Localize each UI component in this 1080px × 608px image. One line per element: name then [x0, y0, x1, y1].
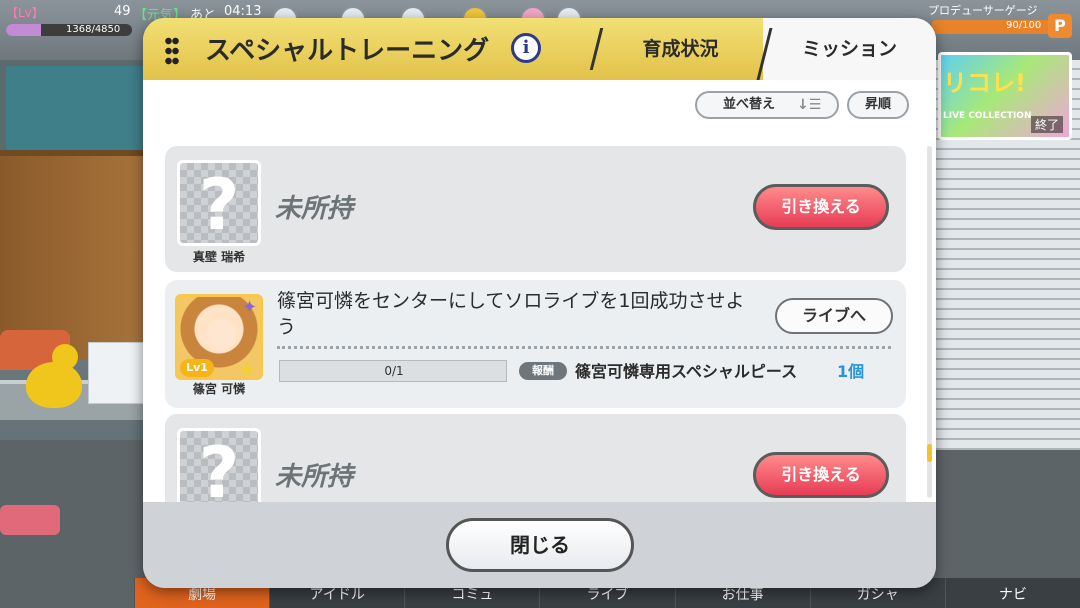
sort-icon: ↓☰ [797, 97, 822, 113]
scrollbar-thumb[interactable] [927, 444, 932, 462]
dotted-divider [277, 346, 891, 349]
star-icon: ★ [238, 357, 256, 381]
rubber-duck-head [52, 344, 78, 370]
mission-card: ? 未所持 引き換える [165, 414, 906, 502]
mission-card: Lv1 ★ ✦ 篠宮 可憐 篠宮可憐をセンターにしてソロライブを1回成功させよう… [165, 280, 906, 408]
exp-bar-fill [6, 24, 42, 36]
unowned-label: 未所持 [275, 194, 354, 224]
order-button[interactable]: 昇順 [847, 91, 909, 119]
idol-name: 真壁 瑞希 [192, 250, 246, 264]
background-window [0, 60, 160, 160]
dialog-footer: 閉じる [143, 502, 936, 588]
dialog-header: スペシャルトレーニング i 育成状況 ミッション [143, 18, 936, 80]
nav-navi[interactable]: ナビ [944, 578, 1080, 608]
sort-button[interactable]: 並べ替え ↓☰ [695, 91, 839, 119]
dialog-title: スペシャルトレーニング [205, 36, 490, 66]
unowned-card-thumbnail: ? [177, 160, 261, 246]
special-training-dialog: スペシャルトレーニング i 育成状況 ミッション 並べ替え ↓☰ 昇順 ? 真壁… [143, 18, 936, 588]
idol-name: 篠宮 可憐 [192, 382, 246, 396]
scrollbar[interactable] [927, 146, 932, 498]
info-icon[interactable]: i [511, 33, 541, 63]
tab-training-status[interactable]: 育成状況 [598, 18, 763, 80]
mission-card: ? 真壁 瑞希 未所持 引き換える [165, 146, 906, 272]
close-button[interactable]: 閉じる [446, 518, 634, 572]
time-left-value: 04:13 [224, 4, 262, 19]
producer-gauge-label: プロデューサーゲージ [928, 4, 1038, 17]
idol-card-thumbnail[interactable]: Lv1 ★ ✦ [175, 294, 263, 381]
tab-mission[interactable]: ミッション [763, 18, 936, 80]
event-banner[interactable]: リコレ! LIVE COLLECTION 終了 [938, 52, 1072, 140]
mission-description: 篠宮可憐をセンターにしてソロライブを1回成功させよう [277, 290, 745, 338]
producer-p-icon[interactable]: P [1048, 14, 1072, 38]
sparkle-icon: ✦ [242, 297, 258, 318]
background-chair-low [0, 505, 60, 535]
background-cabinet [0, 150, 150, 360]
go-to-live-button[interactable]: ライブへ [775, 298, 893, 334]
mission-progress-bar: 0/1 [279, 360, 507, 382]
shopping-bag [88, 342, 146, 404]
level-badge: Lv1 [180, 359, 214, 377]
exchange-button[interactable]: 引き換える [753, 184, 889, 230]
unowned-card-thumbnail: ? [177, 428, 261, 502]
reward-tag: 報酬 [519, 362, 567, 380]
banner-subtitle: LIVE COLLECTION [943, 111, 1032, 121]
idol-portrait [206, 319, 236, 351]
producer-gauge-value: 90/100 [1006, 20, 1042, 31]
banner-title: リコレ! [943, 69, 1026, 97]
reward-name: 篠宮可憐専用スペシャルピース [575, 362, 798, 381]
question-mark-icon: ? [198, 432, 240, 502]
dialog-body: 並べ替え ↓☰ 昇順 ? 真壁 瑞希 未所持 引き換える Lv1 ★ ✦ 篠宮 … [143, 80, 936, 502]
rubber-duck [26, 362, 82, 408]
drag-handle-icon [165, 36, 179, 66]
unowned-label: 未所持 [275, 462, 354, 492]
exp-text: 1368/4850 [66, 24, 121, 35]
question-mark-icon: ? [198, 164, 240, 246]
sort-button-label: 並べ替え [723, 97, 776, 112]
level-value: 49 [114, 4, 131, 19]
mission-progress-text: 0/1 [384, 364, 404, 378]
reward-count: 1個 [837, 362, 865, 381]
level-tag: 【Lv】 [6, 6, 44, 20]
exchange-button[interactable]: 引き換える [753, 452, 889, 498]
banner-status: 終了 [1030, 116, 1063, 133]
